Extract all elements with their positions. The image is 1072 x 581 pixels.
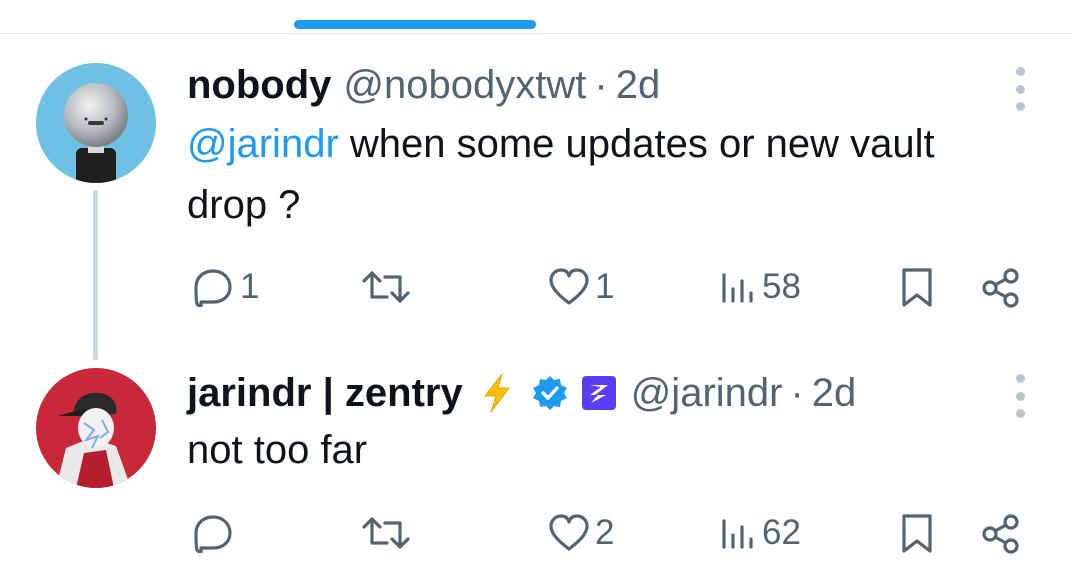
tweet-header: jarindr | zentry @jarindr · 2d — [187, 369, 856, 417]
share-button[interactable] — [980, 513, 1022, 555]
zentry-badge-icon — [581, 375, 617, 411]
timestamp[interactable]: 2d — [812, 369, 857, 417]
bookmark-icon — [902, 514, 932, 553]
robot-avatar-icon — [36, 63, 156, 183]
share-icon — [982, 514, 1019, 554]
reply-count: 1 — [240, 267, 260, 306]
avatar[interactable] — [36, 368, 156, 488]
tweet-text: not too far — [187, 420, 987, 481]
reply-icon — [194, 515, 232, 553]
user-handle[interactable]: @nobodyxtwt — [343, 61, 586, 109]
bookmark-icon — [902, 268, 932, 307]
views-button[interactable]: 58 — [718, 267, 801, 307]
timestamp[interactable]: 2d — [616, 61, 661, 109]
more-options-icon[interactable] — [1011, 374, 1029, 418]
share-button[interactable] — [980, 267, 1022, 309]
retweet-icon — [362, 517, 410, 549]
analytics-icon — [722, 519, 753, 549]
views-count: 58 — [762, 267, 801, 306]
like-button[interactable]: 2 — [547, 513, 614, 553]
reply-button[interactable]: 1 — [190, 267, 259, 307]
bookmark-button[interactable] — [900, 513, 934, 555]
lightning-bolt-icon — [477, 372, 517, 414]
tweet-body: not too far — [187, 428, 368, 472]
separator-dot: · — [790, 371, 804, 415]
avatar[interactable] — [36, 63, 156, 183]
heart-icon — [549, 514, 589, 551]
like-button[interactable]: 1 — [547, 267, 614, 307]
mention-link[interactable]: @jarindr — [187, 122, 339, 166]
retweet-icon — [362, 271, 410, 303]
like-count: 1 — [595, 267, 615, 306]
tweet-text: @jarindr when some updates or new vault … — [187, 114, 987, 236]
verified-badge-icon — [531, 374, 569, 412]
separator-dot: · — [594, 63, 608, 107]
active-tab-indicator — [294, 20, 536, 29]
share-icon — [982, 268, 1019, 308]
user-handle[interactable]: @jarindr — [631, 369, 783, 417]
heart-icon — [549, 268, 589, 305]
bookmark-button[interactable] — [900, 267, 934, 309]
top-divider — [0, 33, 1072, 34]
retweet-button[interactable] — [360, 513, 416, 553]
tweet-thread: nobody @nobodyxtwt · 2d @jarindr when so… — [0, 0, 1072, 581]
display-name[interactable]: jarindr | zentry — [187, 369, 463, 417]
reply-button[interactable] — [190, 513, 240, 553]
reply-icon — [194, 269, 232, 307]
thread-connector-line — [93, 190, 98, 360]
analytics-icon — [722, 273, 753, 303]
red-cap-avatar-icon — [36, 368, 156, 488]
views-count: 62 — [762, 513, 801, 552]
like-count: 2 — [595, 513, 615, 552]
more-options-icon[interactable] — [1011, 67, 1029, 111]
views-button[interactable]: 62 — [718, 513, 801, 553]
display-name[interactable]: nobody — [187, 61, 331, 109]
tweet-header: nobody @nobodyxtwt · 2d — [187, 61, 660, 109]
retweet-button[interactable] — [360, 267, 416, 307]
